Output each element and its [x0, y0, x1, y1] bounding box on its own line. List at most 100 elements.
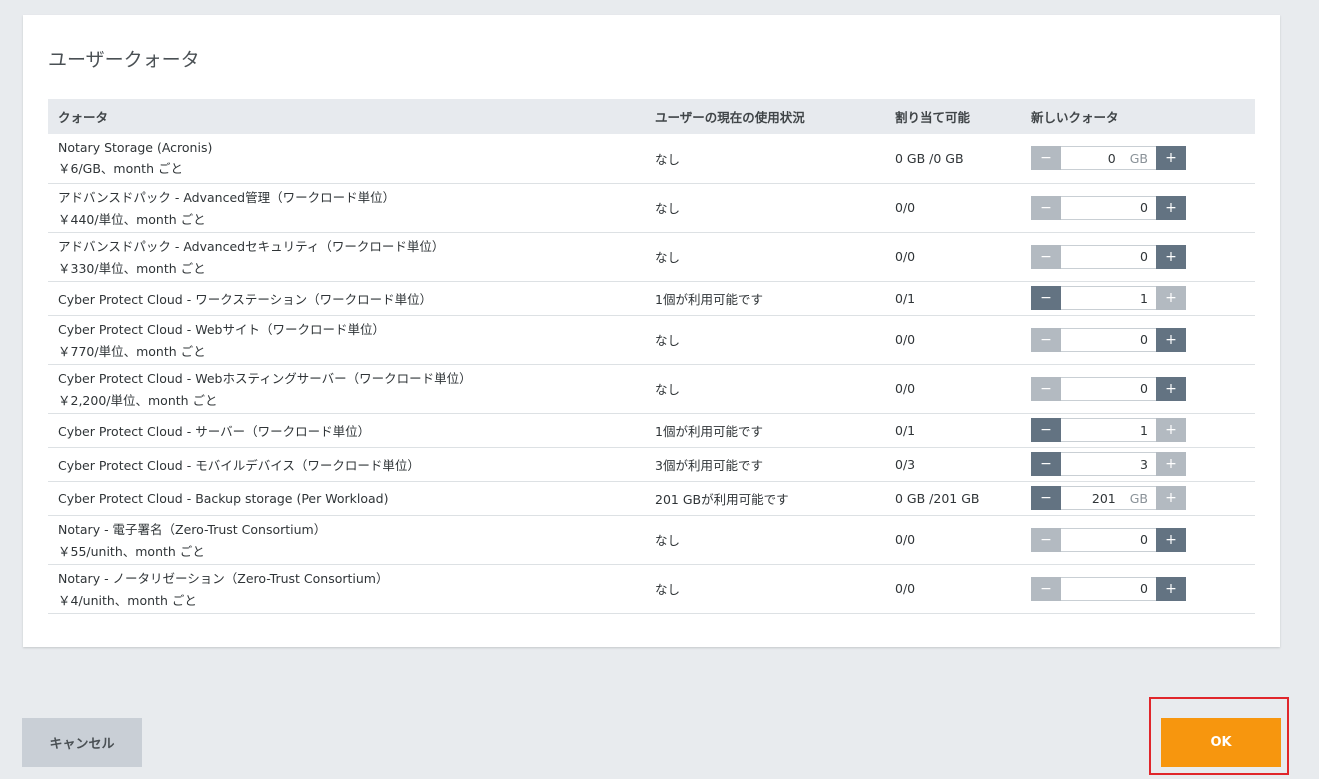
increment-button[interactable]: +	[1156, 486, 1186, 510]
quota-name: Cyber Protect Cloud - モバイルデバイス（ワークロード単位）	[58, 457, 420, 473]
cancel-button[interactable]: キャンセル	[22, 718, 142, 767]
table-row: Cyber Protect Cloud - サーバー（ワークロード単位） 1個が利…	[48, 413, 1255, 447]
quota-stepper: − 0 GB +	[1031, 146, 1186, 171]
column-header-assignable: 割り当て可能	[895, 110, 971, 125]
decrement-button[interactable]: −	[1031, 327, 1061, 352]
quota-stepper: − 0 +	[1031, 527, 1186, 552]
increment-button[interactable]: +	[1156, 418, 1186, 442]
decrement-button[interactable]: −	[1031, 286, 1061, 310]
decrement-button[interactable]: −	[1031, 527, 1061, 552]
decrement-button[interactable]: −	[1031, 195, 1061, 220]
plus-icon: +	[1165, 248, 1177, 265]
decrement-button[interactable]: −	[1031, 576, 1061, 601]
table-row: Cyber Protect Cloud - モバイルデバイス（ワークロード単位）…	[48, 447, 1255, 481]
quota-input[interactable]: 0	[1061, 327, 1156, 352]
assignable-cell: 0 GB /0 GB	[895, 150, 964, 166]
quota-name: Cyber Protect Cloud - Webホスティングサーバー（ワークロ…	[58, 371, 472, 386]
quota-price: ￥4/unith、month ごと	[58, 593, 197, 608]
usage-cell: なし	[655, 382, 681, 397]
quota-input[interactable]: 0	[1061, 376, 1156, 401]
increment-button[interactable]: +	[1156, 576, 1186, 601]
plus-icon: +	[1165, 580, 1177, 597]
quota-input[interactable]: 3	[1061, 452, 1156, 476]
plus-icon: +	[1165, 380, 1177, 397]
assignable-cell: 0/1	[895, 422, 916, 438]
quota-input[interactable]: 201 GB	[1061, 486, 1156, 510]
decrement-button[interactable]: −	[1031, 418, 1061, 442]
decrement-button[interactable]: −	[1031, 146, 1061, 171]
increment-button[interactable]: +	[1156, 286, 1186, 310]
new-quota-cell: − 0 +	[1021, 232, 1255, 281]
quota-input[interactable]: 0 GB	[1061, 146, 1156, 171]
quota-value: 0	[1140, 381, 1148, 396]
quota-name: アドバンスドパック - Advanced管理（ワークロード単位）	[58, 190, 396, 205]
quota-stepper: − 0 +	[1031, 244, 1186, 269]
quota-stepper: − 0 +	[1031, 195, 1186, 220]
quota-name: Notary Storage (Acronis)	[58, 139, 213, 155]
assignable-cell: 0/0	[895, 249, 916, 264]
table-row: Notary - ノータリゼーション（Zero-Trust Consortium…	[48, 564, 1255, 613]
user-quota-dialog: ユーザークォータ クォータ ユーザーの現在の使用状況 割り当て可能 新しいクォー…	[23, 15, 1280, 647]
quota-price: ￥6/GB、month ごと	[58, 160, 183, 176]
assignable-cell: 0/3	[895, 456, 916, 472]
quota-stepper: − 0 +	[1031, 576, 1186, 601]
minus-icon: −	[1040, 456, 1052, 472]
plus-icon: +	[1165, 331, 1177, 348]
quota-name: Notary - 電子署名（Zero-Trust Consortium）	[58, 522, 327, 537]
usage-cell: なし	[655, 250, 681, 265]
minus-icon: −	[1040, 531, 1052, 548]
quota-input[interactable]: 1	[1061, 286, 1156, 310]
quota-name-cell: Notary - ノータリゼーション（Zero-Trust Consortium…	[48, 564, 645, 613]
quota-value: 1	[1140, 422, 1148, 438]
usage-cell: なし	[655, 582, 681, 597]
quota-stepper: − 0 +	[1031, 327, 1186, 352]
decrement-button[interactable]: −	[1031, 486, 1061, 510]
quota-price: ￥770/単位、month ごと	[58, 344, 206, 359]
quota-input[interactable]: 0	[1061, 527, 1156, 552]
quota-input[interactable]: 0	[1061, 244, 1156, 269]
usage-cell: 201 GBが利用可能です	[655, 491, 789, 507]
decrement-button[interactable]: −	[1031, 376, 1061, 401]
usage-cell: なし	[655, 533, 681, 548]
quota-input[interactable]: 0	[1061, 195, 1156, 220]
increment-button[interactable]: +	[1156, 146, 1186, 171]
new-quota-cell: − 1 +	[1021, 281, 1255, 315]
plus-icon: +	[1165, 199, 1177, 216]
quota-input[interactable]: 1	[1061, 418, 1156, 442]
quota-name: アドバンスドパック - Advancedセキュリティ（ワークロード単位）	[58, 239, 445, 254]
increment-button[interactable]: +	[1156, 452, 1186, 476]
assignable-cell: 0/0	[895, 200, 916, 215]
quota-stepper: − 0 +	[1031, 376, 1186, 401]
quota-input[interactable]: 0	[1061, 576, 1156, 601]
usage-cell: 1個が利用可能です	[655, 291, 763, 307]
usage-cell: なし	[655, 201, 681, 216]
increment-button[interactable]: +	[1156, 327, 1186, 352]
quota-name-cell: Cyber Protect Cloud - Webホスティングサーバー（ワークロ…	[48, 364, 645, 413]
plus-icon: +	[1165, 150, 1177, 167]
assignable-cell: 0/0	[895, 581, 916, 596]
quota-value: 0	[1140, 332, 1148, 347]
decrement-button[interactable]: −	[1031, 452, 1061, 476]
quota-value: 3	[1140, 456, 1148, 472]
minus-icon: −	[1040, 580, 1052, 597]
quota-stepper: − 201 GB +	[1031, 486, 1186, 510]
table-row: Cyber Protect Cloud - Backup storage (Pe…	[48, 481, 1255, 515]
decrement-button[interactable]: −	[1031, 244, 1061, 269]
quota-name-cell: Cyber Protect Cloud - サーバー（ワークロード単位）	[48, 413, 645, 447]
increment-button[interactable]: +	[1156, 376, 1186, 401]
quota-name-cell: アドバンスドパック - Advanced管理（ワークロード単位） ￥440/単位、…	[48, 183, 645, 232]
increment-button[interactable]: +	[1156, 527, 1186, 552]
increment-button[interactable]: +	[1156, 244, 1186, 269]
table-row: Cyber Protect Cloud - Webホスティングサーバー（ワークロ…	[48, 364, 1255, 413]
assignable-cell: 0 GB /201 GB	[895, 490, 980, 506]
new-quota-cell: − 201 GB +	[1021, 481, 1255, 515]
quota-name-cell: Cyber Protect Cloud - モバイルデバイス（ワークロード単位）	[48, 447, 645, 481]
quota-value: 0	[1140, 249, 1148, 264]
quota-value: 1	[1140, 290, 1148, 306]
usage-cell: なし	[655, 151, 681, 167]
dialog-title: ユーザークォータ	[48, 49, 200, 71]
quota-name-cell: Cyber Protect Cloud - Webサイト（ワークロード単位） ￥7…	[48, 315, 645, 364]
ok-button[interactable]: OK	[1161, 718, 1281, 767]
increment-button[interactable]: +	[1156, 195, 1186, 220]
plus-icon: +	[1165, 290, 1177, 306]
